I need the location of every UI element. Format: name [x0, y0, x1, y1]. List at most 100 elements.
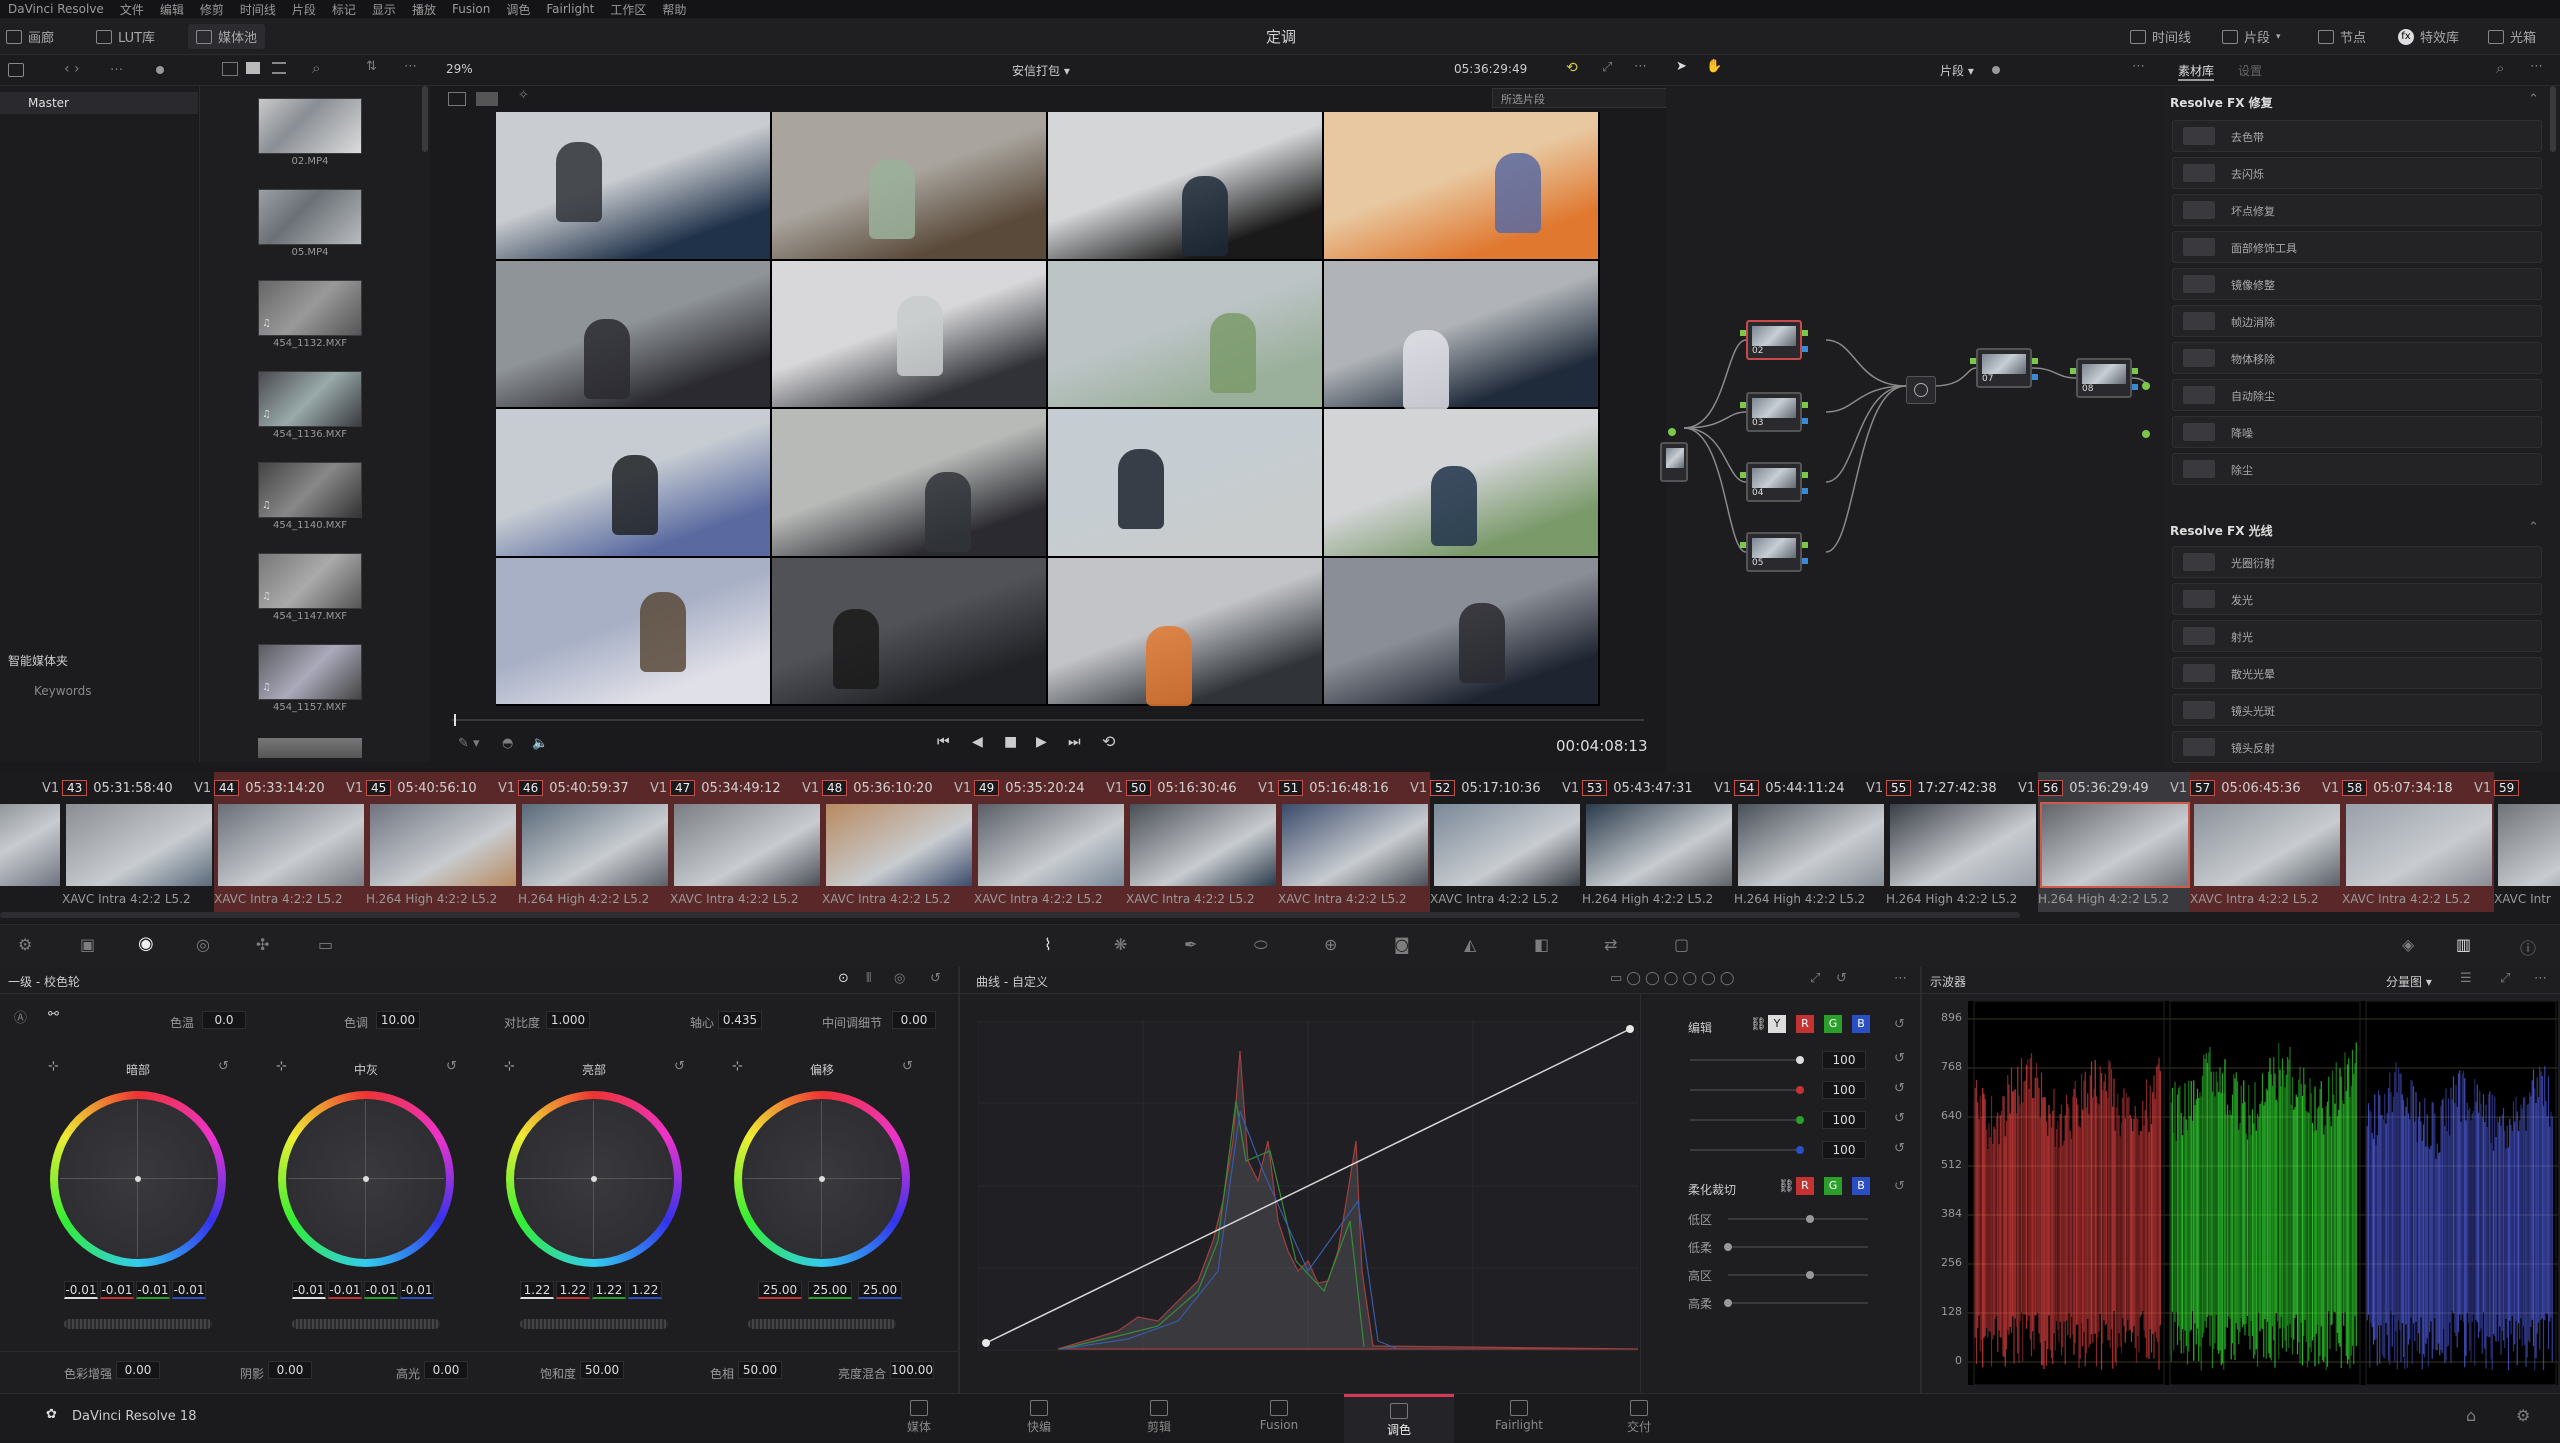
bars-mode-icon[interactable]: ⫴: [866, 971, 871, 986]
node-mode-select[interactable]: 片段 ▾: [1940, 62, 1974, 79]
multicam-angle[interactable]: [1324, 112, 1598, 259]
smart-bin-keywords[interactable]: Keywords: [34, 684, 92, 698]
picker-icon[interactable]: ⚯: [48, 1007, 59, 1022]
viewer-zoom[interactable]: 29%: [446, 62, 473, 76]
page-tab-5[interactable]: Fairlight: [1464, 1394, 1574, 1440]
fx-item[interactable]: 去色带: [2172, 120, 2542, 152]
clip-group-select[interactable]: 安信打包 ▾: [1012, 62, 1070, 79]
node-02[interactable]: 02: [1746, 320, 1802, 360]
node-03[interactable]: 03: [1746, 392, 1802, 432]
wheel-value[interactable]: -0.01: [136, 1281, 170, 1299]
clip-57[interactable]: V1 57 05:06:45:36 XAVC Intra 4:2:2 L5.2: [2170, 772, 2342, 912]
clip-48[interactable]: V1 48 05:36:10:20 XAVC Intra 4:2:2 L5.2: [802, 772, 974, 912]
curve-intensity-field[interactable]: 100: [1822, 1081, 1866, 1099]
play-icon[interactable]: ▶: [1036, 734, 1047, 750]
soft-slider-track[interactable]: [1728, 1218, 1868, 1220]
node-07[interactable]: 07: [1976, 348, 2032, 388]
curves-mode-icon[interactable]: ▭ ◯ ◯ ◯ ◯ ◯ ◯: [1610, 971, 1734, 986]
clip-53[interactable]: V1 53 05:43:47:31 H.264 High 4:2:2 L5.2: [1562, 772, 1734, 912]
clip-49[interactable]: V1 49 05:35:20:24 XAVC Intra 4:2:2 L5.2: [954, 772, 1126, 912]
curve-slider-track[interactable]: [1690, 1089, 1800, 1091]
curve-intensity-field[interactable]: 100: [1822, 1111, 1866, 1129]
media-clip[interactable]: ♫ 454_1157.MXF: [258, 644, 362, 716]
node-key-port[interactable]: [1802, 488, 1808, 494]
channel-y[interactable]: Y: [1768, 1015, 1786, 1033]
multicam-angle[interactable]: [772, 557, 1046, 704]
media-pool-scrollbar[interactable]: [422, 86, 428, 152]
menu-item[interactable]: 标记: [332, 1, 356, 18]
wheel-handle[interactable]: [819, 1176, 825, 1182]
reset-icon[interactable]: ↺: [930, 971, 941, 986]
menu-item[interactable]: 播放: [412, 1, 436, 18]
wipe-icon[interactable]: ◓: [502, 736, 513, 751]
curve-slider-track[interactable]: [1690, 1059, 1800, 1061]
fx-item[interactable]: 坏点修复: [2172, 194, 2542, 226]
media-pool-button[interactable]: 媒体池: [188, 24, 266, 49]
soft-slider-track[interactable]: [1728, 1246, 1868, 1248]
curve-intensity-field[interactable]: 100: [1822, 1051, 1866, 1069]
node-key-port[interactable]: [1802, 558, 1808, 564]
options-icon[interactable]: ⋯: [404, 59, 417, 74]
node-input-port[interactable]: [1740, 402, 1746, 408]
fx-item[interactable]: 散光光晕: [2172, 657, 2542, 689]
tools-icon[interactable]: ✎ ▾: [458, 736, 480, 751]
link-icon[interactable]: ⛓: [1750, 1017, 1767, 1032]
clip-55[interactable]: V1 55 17:27:42:38 H.264 High 4:2:2 L5.2: [1866, 772, 2038, 912]
window-icon[interactable]: ⬭: [1254, 935, 1268, 955]
hand-icon[interactable]: ✋: [1706, 59, 1722, 74]
menu-item[interactable]: 显示: [372, 1, 396, 18]
sort-icon[interactable]: ⇅: [366, 59, 377, 74]
tint-field[interactable]: 10.00: [376, 1011, 420, 1029]
page-tab-6[interactable]: 交付: [1584, 1394, 1694, 1440]
sizing-icon[interactable]: ⇄: [1604, 935, 1617, 954]
qualifier-icon[interactable]: ✒: [1184, 935, 1197, 954]
motion-effects-icon[interactable]: ▭: [318, 935, 333, 954]
wheel-value[interactable]: 1.22: [556, 1281, 590, 1299]
mid-detail-field[interactable]: 0.00: [892, 1011, 936, 1029]
wheel-value[interactable]: 1.22: [592, 1281, 626, 1299]
multicam-angle[interactable]: [496, 112, 770, 259]
wheel-value[interactable]: 1.22: [520, 1281, 554, 1299]
node-output-port[interactable]: [1802, 330, 1808, 336]
curve-graph[interactable]: [978, 1021, 1638, 1351]
magic-mask-icon[interactable]: ✧: [518, 88, 529, 103]
thumbnail-view-icon[interactable]: [222, 62, 238, 76]
clip-54[interactable]: V1 54 05:44:11:24 H.264 High 4:2:2 L5.2: [1714, 772, 1886, 912]
scopes-icon[interactable]: ▥: [2456, 935, 2471, 954]
bin-master[interactable]: Master: [0, 92, 198, 114]
menu-item[interactable]: 帮助: [662, 1, 686, 18]
playhead[interactable]: [454, 714, 456, 726]
soft-channel-g[interactable]: G: [1824, 1177, 1842, 1195]
soft-slider-handle[interactable]: [1806, 1215, 1814, 1223]
tab-library[interactable]: 素材库: [2178, 62, 2215, 81]
wheel-value[interactable]: -0.01: [364, 1281, 398, 1299]
lut-button[interactable]: LUT库: [96, 27, 155, 46]
fx-item[interactable]: 发光: [2172, 583, 2542, 615]
fx-section-light[interactable]: Resolve FX 光线: [2170, 522, 2273, 539]
list-view-icon[interactable]: [272, 62, 286, 74]
menu-item[interactable]: 修剪: [200, 1, 224, 18]
multicam-angle[interactable]: [1048, 557, 1322, 706]
menu-item[interactable]: 片段: [292, 1, 316, 18]
menu-item[interactable]: 文件: [120, 1, 144, 18]
settings-gear-icon[interactable]: ⚙: [2516, 1406, 2530, 1425]
media-clip[interactable]: ♫ 454_1136.MXF: [258, 371, 362, 443]
wheel-value[interactable]: -0.01: [328, 1281, 362, 1299]
color-warper-icon[interactable]: ❋: [1114, 935, 1127, 954]
bottom-param-value[interactable]: 0.00: [116, 1361, 160, 1379]
wheel-value[interactable]: 1.22: [628, 1281, 662, 1299]
scope-settings-icon[interactable]: ☰: [2460, 971, 2472, 986]
wheel-value[interactable]: -0.01: [172, 1281, 206, 1299]
fx-item[interactable]: 光圈衍射: [2172, 546, 2542, 578]
curve-slider-handle[interactable]: [1796, 1086, 1804, 1094]
wheel-reset-icon[interactable]: ↺: [674, 1059, 685, 1074]
node-output-port[interactable]: [1802, 542, 1808, 548]
bottom-param-value[interactable]: 50.00: [738, 1361, 782, 1379]
wheel-picker-icon[interactable]: ⊹: [276, 1059, 287, 1074]
node-key-port[interactable]: [1802, 418, 1808, 424]
3d-icon[interactable]: ▢: [1674, 935, 1689, 954]
wheel-reset-icon[interactable]: ↺: [218, 1059, 229, 1074]
curve-slider-handle[interactable]: [1796, 1116, 1804, 1124]
page-tab-4[interactable]: 调色: [1344, 1394, 1454, 1443]
multicam-angle[interactable]: [772, 260, 1046, 407]
